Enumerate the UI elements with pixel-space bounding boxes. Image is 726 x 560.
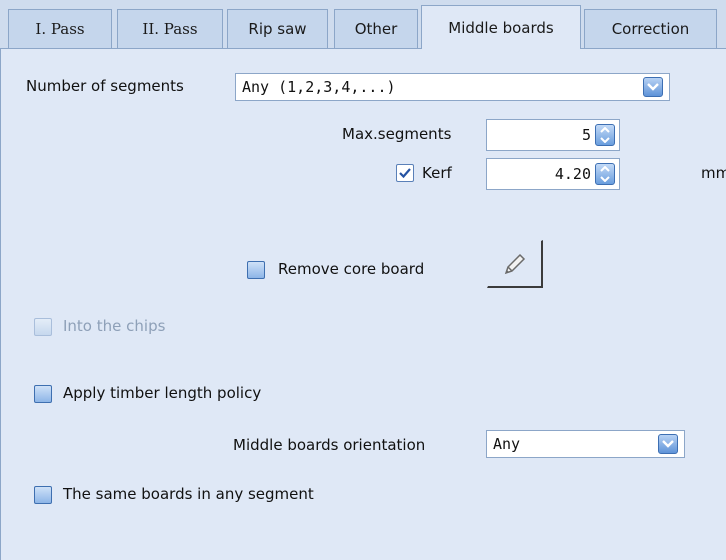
pencil-icon (504, 253, 525, 274)
timber-policy-label: Apply timber length policy (63, 384, 262, 402)
spin-arrows-icon[interactable] (595, 124, 615, 146)
max-segments-value: 5 (581, 126, 591, 144)
orientation-label: Middle boards orientation (233, 436, 426, 454)
orientation-value: Any (493, 435, 521, 453)
remove-core-label: Remove core board (278, 260, 425, 278)
tab-label: Middle boards (448, 18, 554, 37)
into-chips-checkbox (34, 318, 52, 336)
tab-label: I. Pass (35, 20, 85, 38)
kerf-checkbox[interactable] (396, 164, 414, 182)
timber-policy-checkbox[interactable] (34, 385, 52, 403)
same-boards-label: The same boards in any segment (63, 485, 314, 503)
tab-other[interactable]: Other (334, 9, 418, 48)
chevron-down-icon[interactable] (658, 434, 678, 454)
kerf-unit: mm (701, 164, 726, 182)
orientation-select[interactable]: Any (486, 430, 685, 458)
tab-label: Rip saw (248, 20, 307, 38)
tab-label: Correction (611, 20, 690, 38)
segments-label: Number of segments (26, 77, 184, 95)
tab-first-pass[interactable]: I. Pass (8, 9, 112, 48)
tab-correction[interactable]: Correction (584, 9, 717, 48)
segments-value: Any (1,2,3,4,...) (242, 78, 396, 96)
check-icon (399, 168, 411, 179)
tab-label: Other (354, 20, 398, 38)
tab-label: II. Pass (142, 20, 198, 38)
kerf-value: 4.20 (554, 165, 591, 183)
max-segments-spinner[interactable]: 5 (486, 119, 620, 151)
max-segments-label: Max.segments (342, 125, 452, 143)
remove-core-checkbox[interactable] (247, 261, 265, 279)
spin-arrows-icon[interactable] (595, 163, 615, 185)
into-chips-label: Into the chips (63, 317, 166, 335)
tab-second-pass[interactable]: II. Pass (117, 9, 223, 48)
edit-core-button[interactable] (487, 240, 543, 288)
segments-select[interactable]: Any (1,2,3,4,...) (235, 73, 670, 101)
same-boards-checkbox[interactable] (34, 486, 52, 504)
middle-boards-panel: Number of segments Any (1,2,3,4,...) Max… (0, 48, 726, 560)
tab-middle-boards[interactable]: Middle boards (421, 5, 581, 49)
chevron-down-icon[interactable] (643, 77, 663, 97)
tab-rip-saw[interactable]: Rip saw (227, 9, 328, 48)
tab-bar: I. Pass II. Pass Rip saw Other Middle bo… (0, 0, 726, 49)
kerf-label: Kerf (422, 164, 452, 182)
kerf-spinner[interactable]: 4.20 (486, 158, 620, 190)
